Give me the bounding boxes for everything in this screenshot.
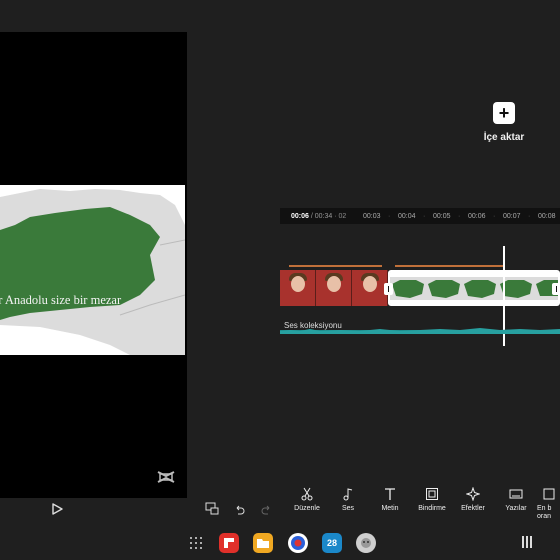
tick-label: 00:07	[503, 213, 521, 220]
clip-track-line	[395, 265, 503, 267]
undo-icon[interactable]	[233, 502, 247, 516]
timecode: 00:06 / 00:34 · 02	[291, 213, 347, 220]
play-icon[interactable]	[50, 502, 64, 516]
current-time: 00:06	[291, 213, 309, 220]
video-preview[interactable]: ur Anadolu size bir mezar	[0, 32, 187, 498]
sparkle-icon	[466, 487, 480, 501]
map-image	[0, 185, 185, 355]
text-icon	[385, 488, 395, 500]
tool-overlay[interactable]: Bindirme	[412, 487, 452, 512]
video-clip-portrait[interactable]	[280, 270, 388, 306]
app-root: ur Anadolu size bir mezar + İçe aktar · …	[0, 0, 560, 560]
total-time: / 00:34	[310, 213, 333, 220]
aspect-ratio-icon	[543, 488, 554, 500]
browser-icon[interactable]	[288, 533, 308, 553]
preview-frame: ur Anadolu size bir mezar	[0, 185, 185, 355]
tool-effects[interactable]: Efektler	[453, 487, 493, 512]
calendar-icon[interactable]: 28	[322, 533, 342, 553]
redo-icon[interactable]	[259, 502, 273, 516]
trim-handle-right[interactable]	[552, 283, 560, 295]
import-label: İçe aktar	[483, 132, 525, 143]
recents-icon[interactable]	[521, 536, 533, 548]
tick-label: 00:03	[363, 213, 381, 220]
overlay-icon	[426, 488, 438, 500]
app-drawer-icon[interactable]	[189, 536, 203, 550]
captions-icon	[509, 489, 523, 499]
subtitle-text[interactable]: ur Anadolu size bir mezar	[0, 293, 185, 308]
import-button[interactable]: + İçe aktar	[478, 102, 530, 143]
trim-handle-left[interactable]	[384, 283, 393, 295]
plus-icon: +	[493, 102, 515, 124]
video-clip-map-selected[interactable]	[388, 270, 560, 306]
tool-captions[interactable]: Yazılar	[496, 487, 536, 512]
tick-label: 00:05	[433, 213, 451, 220]
tick-label: 00:08	[538, 213, 556, 220]
chat-icon[interactable]	[356, 533, 376, 553]
resolution-icon[interactable]	[205, 502, 219, 516]
calendar-day: 28	[326, 538, 337, 548]
map-thumbnails	[390, 272, 558, 304]
music-note-icon	[343, 488, 353, 501]
editor-toolbar: Düzenle Ses Metin Bindirme Efektler Yazı…	[285, 487, 560, 527]
tool-aspect-ratio[interactable]: En b oran	[537, 487, 560, 521]
tool-audio[interactable]: Ses	[328, 487, 368, 512]
flipboard-icon[interactable]	[219, 533, 239, 553]
audio-waveform[interactable]	[280, 325, 560, 334]
files-icon[interactable]	[253, 533, 273, 553]
tick-label: 00:04	[398, 213, 416, 220]
clip-track-line	[289, 265, 382, 267]
capcut-logo-icon	[157, 471, 175, 483]
tick-label: 00:06	[468, 213, 486, 220]
tool-edit[interactable]: Düzenle	[287, 487, 327, 512]
tool-text[interactable]: Metin	[370, 487, 410, 512]
scissors-icon	[301, 487, 313, 501]
